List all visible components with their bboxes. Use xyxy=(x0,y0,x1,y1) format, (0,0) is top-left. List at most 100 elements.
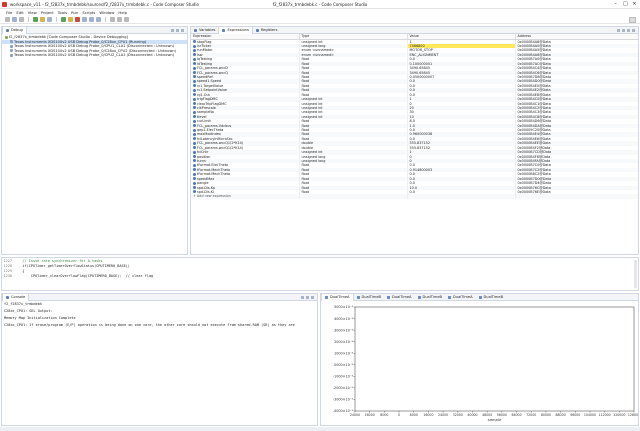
reset-icon[interactable] xyxy=(110,17,115,22)
menu-run[interactable]: Run xyxy=(71,10,78,15)
graph-icon xyxy=(417,295,421,299)
x-tick-label: 40000 xyxy=(467,413,477,417)
menu-tools[interactable]: Tools xyxy=(58,10,67,15)
restart-icon[interactable] xyxy=(117,17,122,22)
step-return-icon[interactable] xyxy=(96,17,101,22)
view-menu-icon[interactable] xyxy=(627,28,630,32)
save-all-icon[interactable] xyxy=(19,17,24,22)
variable-icon xyxy=(193,57,196,61)
expression-value: 8.0 xyxy=(409,119,415,124)
expression-address: 0x0000B76C@Data xyxy=(517,185,551,190)
tab-graph[interactable]: DualTimeB xyxy=(476,294,507,301)
expression-name: curLimit xyxy=(197,119,211,124)
expression-address: 0x0000B4C8@Data xyxy=(517,114,551,119)
menu-view[interactable]: View xyxy=(28,10,37,15)
variable-icon xyxy=(193,53,196,57)
menu-project[interactable]: Project xyxy=(41,10,54,15)
connect-icon[interactable] xyxy=(47,17,52,22)
plot-area[interactable] xyxy=(354,306,635,412)
tab-graph[interactable]: DualTimeA xyxy=(445,294,476,301)
tab-debug[interactable]: Debug xyxy=(2,27,27,34)
pin-console-icon[interactable] xyxy=(306,295,309,299)
expression-value: 0.0 xyxy=(409,189,415,194)
expression-value: 0.0 xyxy=(409,136,415,141)
tab-graph[interactable]: DualTimeA xyxy=(321,294,354,301)
terminate-icon[interactable] xyxy=(75,17,80,22)
thread-icon xyxy=(10,40,13,44)
add-expression-row[interactable]: + Add new expression xyxy=(191,194,638,199)
tab-graph[interactable]: DualTimeB xyxy=(415,294,446,301)
suspend-icon[interactable] xyxy=(68,17,73,22)
console-tabbar: Console xyxy=(2,294,317,301)
search-icon[interactable] xyxy=(124,17,129,22)
expression-name: pangle xyxy=(197,181,209,186)
expression-name: clearTripFlagDMC xyxy=(197,101,227,106)
expression-value: 10 xyxy=(409,114,414,119)
expression-name: tFormat.MechTheta xyxy=(197,172,231,177)
remove-all-icon[interactable] xyxy=(622,28,625,32)
expression-value: 555.837152 xyxy=(409,145,431,150)
menu-file[interactable]: File xyxy=(6,10,12,15)
expression-address: 0x0000B4A8@Data xyxy=(517,39,551,44)
expression-name: runMotor xyxy=(197,48,213,53)
code-text: CPUTimer_clearOverflowFlag(CPUTIMER0_BAS… xyxy=(14,274,154,278)
expressions-table-body: stopFlag unsigned int 1 0x0000B4A8@Data isrT… xyxy=(191,39,638,199)
x-tick-label: 112000 xyxy=(599,413,611,417)
expression-address: 0x0000B4F6@Data xyxy=(517,154,551,159)
menu-help[interactable]: Help xyxy=(118,10,127,15)
variable-icon xyxy=(193,110,196,114)
menu-scripts[interactable]: Scripts xyxy=(82,10,95,15)
expression-type: float xyxy=(301,185,310,190)
debug-tree-item-label: Texas Instruments XDS100v2 USB Debug Pro… xyxy=(14,44,175,49)
maximize-icon[interactable]: □ xyxy=(621,1,630,8)
code-line[interactable]: 1230 CPUTimer_clearOverflowFlag(CPUTIMER… xyxy=(2,274,638,279)
step-over-icon[interactable] xyxy=(89,17,94,22)
tab-graph[interactable]: DualTimeB xyxy=(354,294,385,301)
expression-type: float xyxy=(301,61,310,66)
expression-name: fclCntr xyxy=(197,150,209,155)
variable-icon xyxy=(193,102,196,105)
debug-tree-item-label: Texas Instruments XDS100v2 USB Debug Pro… xyxy=(14,39,147,44)
tab-graph[interactable]: DualTimeA xyxy=(384,294,415,301)
build-icon[interactable] xyxy=(40,17,45,22)
perspective-icon[interactable] xyxy=(629,17,636,23)
add-expression-icon[interactable] xyxy=(617,28,620,32)
menu-window[interactable]: Window xyxy=(99,10,114,15)
minimize-icon[interactable]: – xyxy=(611,1,620,8)
tab-expressions[interactable]: Expressions xyxy=(218,27,253,34)
debug-icon[interactable] xyxy=(33,17,38,22)
expression-address: 0x0000B4C4@Data xyxy=(517,66,551,71)
view-menu-icon[interactable] xyxy=(311,295,314,299)
maximize-view-icon[interactable] xyxy=(632,28,635,32)
expression-type: float xyxy=(301,88,310,93)
tab-registers[interactable]: Registers xyxy=(253,27,281,34)
x-tick-label: 16000 xyxy=(423,413,433,417)
view-controls xyxy=(301,295,317,299)
clear-console-icon[interactable] xyxy=(301,295,304,299)
expression-address: 0x0000B7C2@Data xyxy=(517,167,551,172)
variable-icon xyxy=(193,84,196,88)
save-icon[interactable] xyxy=(12,17,17,22)
resume-icon[interactable] xyxy=(61,17,66,22)
tab-variables[interactable]: Variables xyxy=(191,27,218,34)
expression-value: 3490.65845 xyxy=(409,70,431,75)
tab-graph-label: DualTimeA xyxy=(330,294,350,299)
expression-name: turns xyxy=(197,158,206,163)
debug-tree-item[interactable]: Texas Instruments XDS100v2 USB Debug Pro… xyxy=(2,53,187,58)
x-axis-label: sample xyxy=(488,417,502,422)
collapse-icon[interactable] xyxy=(171,28,174,32)
expression-address: 0x0000B7A0@Data xyxy=(517,57,551,62)
editor-scrollbar[interactable] xyxy=(634,260,637,288)
view-menu-icon[interactable] xyxy=(176,28,179,32)
new-file-icon[interactable] xyxy=(5,17,10,22)
variable-icon xyxy=(193,79,196,83)
minimize-view-icon[interactable] xyxy=(181,28,184,32)
menu-edit[interactable]: Edit xyxy=(16,10,23,15)
variable-icon xyxy=(193,44,196,48)
expression-type: float xyxy=(301,83,310,88)
tab-console[interactable]: Console xyxy=(2,294,30,301)
expression-value: 0.0 xyxy=(409,92,415,97)
step-into-icon[interactable] xyxy=(82,17,87,22)
expression-value: 0 xyxy=(409,154,412,159)
close-icon[interactable]: × xyxy=(630,1,639,8)
